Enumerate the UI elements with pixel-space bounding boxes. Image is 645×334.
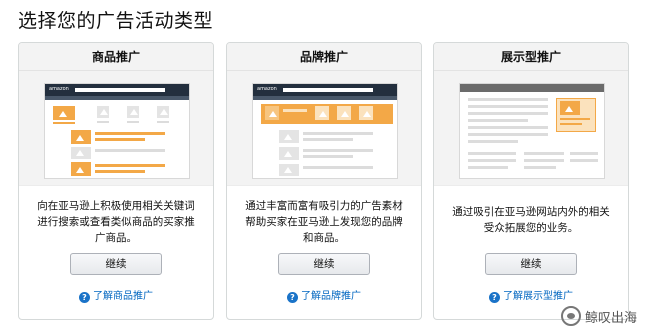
image-placeholder-icon xyxy=(53,106,75,120)
image-placeholder-icon xyxy=(71,147,91,159)
mock-line xyxy=(53,122,75,124)
image-placeholder-icon xyxy=(157,106,169,118)
learn-more-label[interactable]: 了解品牌推广 xyxy=(301,291,361,302)
image-placeholder-icon xyxy=(279,147,299,160)
mock-nav-bar: amazon xyxy=(253,84,397,96)
question-circle-icon: ? xyxy=(287,292,298,303)
mock-browser xyxy=(459,83,605,179)
mock-nav-bar: amazon xyxy=(45,84,189,96)
mock-line xyxy=(524,166,556,169)
watermark: 鲸叹出海 xyxy=(560,306,637,326)
mock-line xyxy=(468,98,548,101)
mock-search-bar xyxy=(75,88,165,92)
continue-button[interactable]: 继续 xyxy=(70,253,162,275)
mock-line xyxy=(524,152,564,155)
illustration-sponsored-brands: amazon xyxy=(227,71,421,186)
mock-line xyxy=(95,164,165,167)
mock-line xyxy=(560,118,590,120)
learn-more-label[interactable]: 了解展示型推广 xyxy=(503,291,573,302)
wechat-logo-icon xyxy=(560,306,581,326)
card-title: 商品推广 xyxy=(19,43,213,71)
mock-line xyxy=(95,149,165,152)
card-title: 品牌推广 xyxy=(227,43,421,71)
image-placeholder-icon xyxy=(315,106,329,120)
mock-line xyxy=(524,159,564,162)
mock-line xyxy=(468,119,528,122)
mock-line xyxy=(95,132,165,135)
card-title: 展示型推广 xyxy=(434,43,628,71)
image-placeholder-icon xyxy=(265,106,279,120)
card-description: 通过吸引在亚马逊网站内外的相关受众拓展您的业务。 xyxy=(452,206,610,234)
mock-line xyxy=(468,140,518,143)
mock-line xyxy=(468,112,548,115)
mock-line xyxy=(468,152,516,155)
card-sponsored-display: 展示型推广 通过吸引在亚马逊网站内外的相关受众拓展您的业务。 继续 ? 了解展示… xyxy=(433,42,629,320)
mock-line xyxy=(95,138,145,141)
mock-line xyxy=(303,138,353,141)
image-placeholder-icon xyxy=(127,106,139,118)
mock-line xyxy=(127,121,139,123)
learn-more-link[interactable]: ? 了解品牌推广 xyxy=(227,287,421,303)
mock-line xyxy=(303,166,373,169)
mock-browser: amazon xyxy=(252,83,398,179)
mock-line xyxy=(468,105,548,108)
image-placeholder-icon xyxy=(71,130,91,144)
question-circle-icon: ? xyxy=(79,292,90,303)
page-title: 选择您的广告活动类型 xyxy=(18,10,214,32)
card-sponsored-brands: 品牌推广 amazon 通过丰富而富有吸引力的广告素材帮助买家在亚马逊上发现您的… xyxy=(226,42,422,320)
mock-line xyxy=(303,132,373,135)
mock-line xyxy=(468,126,548,129)
question-circle-icon: ? xyxy=(489,292,500,303)
image-placeholder-icon xyxy=(359,106,373,120)
mock-subnav xyxy=(45,96,189,100)
watermark-text: 鲸叹出海 xyxy=(584,310,637,326)
card-description: 通过丰富而富有吸引力的广告素材帮助买家在亚马逊上发现您的品牌和商品。 xyxy=(245,200,403,244)
illustration-sponsored-products: amazon xyxy=(19,71,213,186)
mock-subnav xyxy=(253,96,397,100)
card-description: 向在亚马逊上积极使用相关关键词进行搜索或查看类似商品的买家推广商品。 xyxy=(37,200,195,244)
mock-line xyxy=(95,170,145,173)
continue-button[interactable]: 继续 xyxy=(485,253,577,275)
image-placeholder-icon xyxy=(97,106,109,118)
learn-more-label[interactable]: 了解商品推广 xyxy=(93,291,153,302)
image-placeholder-icon xyxy=(279,130,299,143)
mock-line xyxy=(570,159,598,162)
mock-line xyxy=(570,152,598,155)
illustration-sponsored-display xyxy=(434,71,628,186)
mock-line xyxy=(97,121,109,123)
mock-line xyxy=(303,155,353,158)
learn-more-link[interactable]: ? 了解商品推广 xyxy=(19,287,213,303)
mock-search-bar xyxy=(283,88,373,92)
mock-browser: amazon xyxy=(44,83,190,179)
mock-line xyxy=(157,121,169,123)
learn-more-link[interactable]: ? 了解展示型推广 xyxy=(434,287,628,303)
image-placeholder-icon xyxy=(71,162,91,176)
image-placeholder-icon xyxy=(560,101,580,115)
mock-nav-bar xyxy=(460,84,604,92)
image-placeholder-icon xyxy=(279,164,299,176)
mock-logo: amazon xyxy=(49,86,69,92)
continue-button[interactable]: 继续 xyxy=(278,253,370,275)
image-placeholder-icon xyxy=(337,106,351,120)
mock-line xyxy=(468,159,516,162)
mock-line xyxy=(303,149,373,152)
mock-logo: amazon xyxy=(257,86,277,92)
mock-line xyxy=(468,166,508,169)
mock-line xyxy=(560,123,582,125)
mock-line xyxy=(468,133,548,136)
mock-line xyxy=(283,109,307,112)
card-sponsored-products: 商品推广 amazon 向在亚马逊上积极使用相关关键词进行搜索或查看类似商品的买… xyxy=(18,42,214,320)
